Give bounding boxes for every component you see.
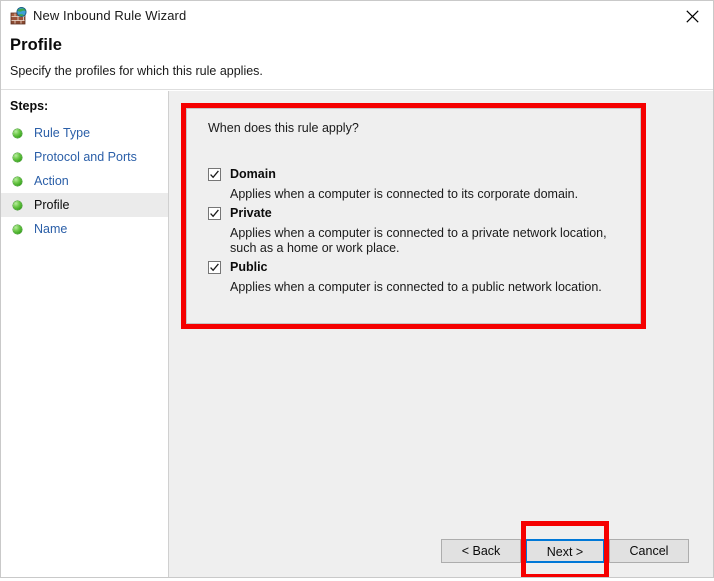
rule-profile-panel: When does this rule apply? Domain Applie…: [186, 108, 641, 324]
window-title: New Inbound Rule Wizard: [33, 8, 187, 23]
profile-name: Public: [230, 259, 268, 274]
profile-description: Applies when a computer is connected to …: [230, 187, 579, 201]
checkbox-checked-icon[interactable]: [208, 260, 221, 274]
profile-name: Domain: [230, 167, 276, 181]
green-bullet-icon: [13, 224, 22, 234]
steps-heading: Steps:: [10, 99, 49, 113]
public-checkbox-row[interactable]: Public: [208, 259, 628, 279]
dialog-button-bar: < Back Next > Cancel: [169, 521, 713, 577]
sidebar-item-label: Profile: [34, 198, 70, 212]
page-subtitle: Specify the profiles for which this rule…: [10, 64, 263, 78]
content-pane: When does this rule apply? Domain Applie…: [169, 91, 713, 577]
profile-option-private: Private Applies when a computer is conne…: [208, 205, 628, 257]
green-bullet-icon: [13, 200, 22, 210]
wizard-header: Profile Specify the profiles for which t…: [1, 31, 713, 90]
firewall-globe-icon: [10, 6, 28, 25]
close-icon[interactable]: [669, 1, 713, 31]
sidebar-item-rule-type[interactable]: Rule Type: [1, 121, 168, 145]
profile-name: Private: [230, 205, 272, 220]
green-bullet-icon: [13, 152, 22, 162]
sidebar-item-label: Protocol and Ports: [34, 150, 137, 164]
profile-description: Applies when a computer is connected to …: [230, 279, 602, 294]
profile-options-group: Domain Applies when a computer is connec…: [208, 166, 628, 297]
sidebar-item-profile[interactable]: Profile: [1, 193, 168, 217]
sidebar-item-label: Action: [34, 174, 69, 188]
checkbox-checked-icon[interactable]: [208, 168, 221, 181]
page-title: Profile: [10, 36, 63, 54]
title-bar: New Inbound Rule Wizard: [1, 1, 713, 31]
back-button[interactable]: < Back: [441, 539, 521, 563]
green-bullet-icon: [13, 128, 22, 138]
question-label: When does this rule apply?: [208, 121, 359, 135]
cancel-button[interactable]: Cancel: [609, 539, 689, 563]
profile-option-domain: Domain Applies when a computer is connec…: [208, 166, 628, 203]
new-inbound-rule-wizard-window: New Inbound Rule Wizard Profile Specify …: [0, 0, 714, 578]
sidebar-item-label: Name: [34, 222, 68, 236]
sidebar-item-action[interactable]: Action: [1, 169, 168, 193]
sidebar-item-label: Rule Type: [34, 126, 91, 140]
profile-description: Applies when a computer is connected to …: [230, 225, 607, 256]
next-button[interactable]: Next >: [525, 539, 605, 563]
sidebar-item-protocol-and-ports[interactable]: Protocol and Ports: [1, 145, 168, 169]
steps-list: Rule Type Protocol and Ports Action Prof…: [1, 121, 168, 241]
checkbox-checked-icon[interactable]: [208, 206, 221, 220]
domain-checkbox-row[interactable]: Domain: [208, 166, 628, 186]
sidebar-item-name[interactable]: Name: [1, 217, 168, 241]
green-bullet-icon: [13, 176, 22, 186]
profile-option-public: Public Applies when a computer is connec…: [208, 259, 628, 296]
private-checkbox-row[interactable]: Private: [208, 205, 628, 225]
steps-sidebar: Steps: Rule Type Protocol and Ports Acti…: [1, 91, 169, 577]
